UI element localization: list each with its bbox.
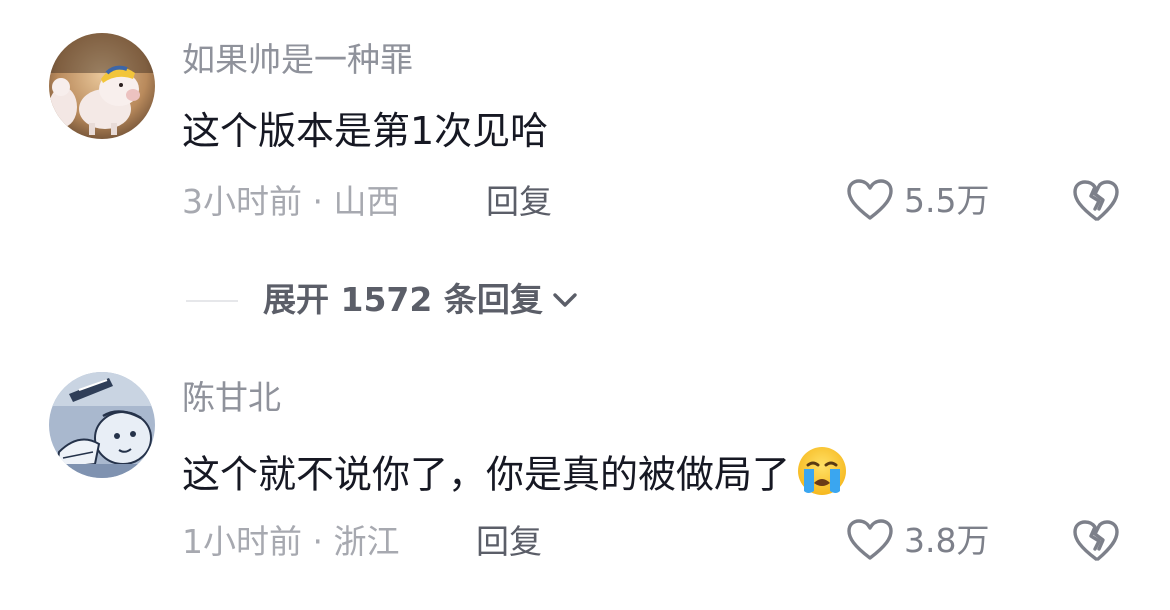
dislike-button[interactable] [1072, 519, 1120, 563]
expand-replies-label: 展开 1572 条回复 [263, 280, 543, 319]
comment-time-location: 3小时前 · 山西 [182, 182, 400, 221]
broken-heart-icon [1073, 520, 1119, 561]
comment-text: 这个就不说你了，你是真的被做局了 [182, 445, 850, 506]
sketch-character-avatar-icon [49, 372, 155, 478]
dislike-button[interactable] [1072, 179, 1120, 223]
expand-replies-button[interactable]: 展开 1572 条回复 [263, 283, 581, 316]
comment-time-location: 1小时前 · 浙江 [182, 522, 400, 561]
divider-line [186, 300, 238, 302]
reply-button[interactable]: 回复 [476, 525, 542, 558]
comment-username[interactable]: 如果帅是一种罪 [182, 43, 413, 76]
comment-text: 这个版本是第1次见哈 [182, 109, 549, 153]
like-count: 3.8万 [904, 520, 990, 560]
pig-avatar-icon [49, 33, 155, 139]
chevron-down-icon [553, 292, 577, 307]
reply-button[interactable]: 回复 [486, 185, 552, 218]
like-count: 5.5万 [904, 180, 990, 220]
avatar[interactable] [49, 33, 155, 139]
like-button[interactable]: 3.8万 [846, 518, 989, 562]
heart-icon [847, 179, 893, 220]
crying-face-emoji-icon [794, 445, 850, 503]
broken-heart-icon [1073, 180, 1119, 221]
like-button[interactable]: 5.5万 [846, 178, 989, 222]
comment-username[interactable]: 陈甘北 [182, 381, 281, 414]
avatar[interactable] [49, 372, 155, 478]
heart-icon [847, 519, 893, 560]
comment-text-body: 这个就不说你了，你是真的被做局了 [182, 452, 791, 497]
